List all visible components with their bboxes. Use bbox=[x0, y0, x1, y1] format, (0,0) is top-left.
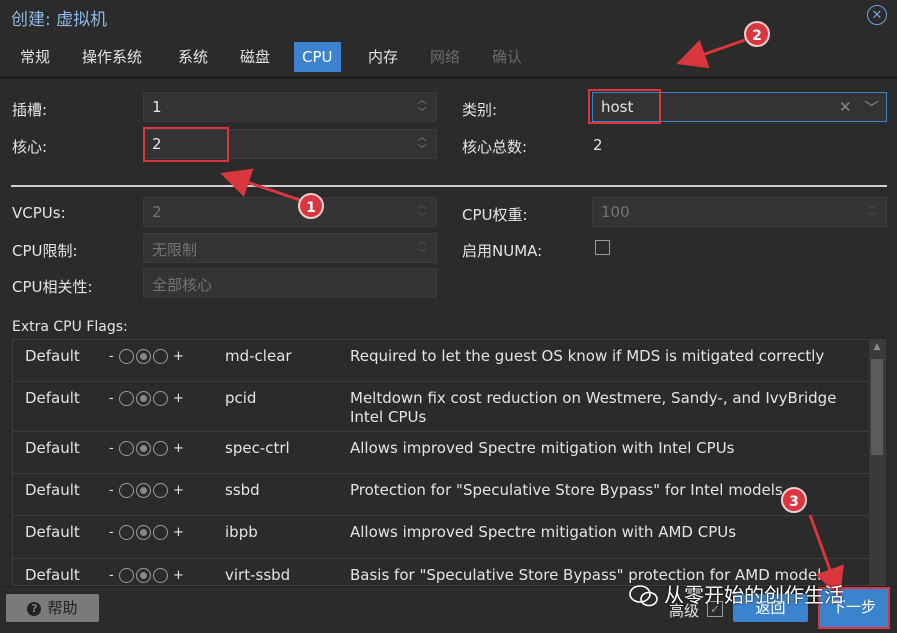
annotation-arrows bbox=[220, 38, 844, 598]
arrow-2 bbox=[676, 38, 746, 69]
annotation-badge-3: 3 bbox=[781, 487, 807, 513]
wechat-icon bbox=[629, 585, 658, 607]
arrow-1 bbox=[220, 168, 301, 202]
annotation-badge-2: 2 bbox=[744, 21, 770, 47]
watermark-text: 从零开始的创作生活 bbox=[664, 583, 844, 607]
annotation-badge-1: 1 bbox=[298, 193, 324, 219]
